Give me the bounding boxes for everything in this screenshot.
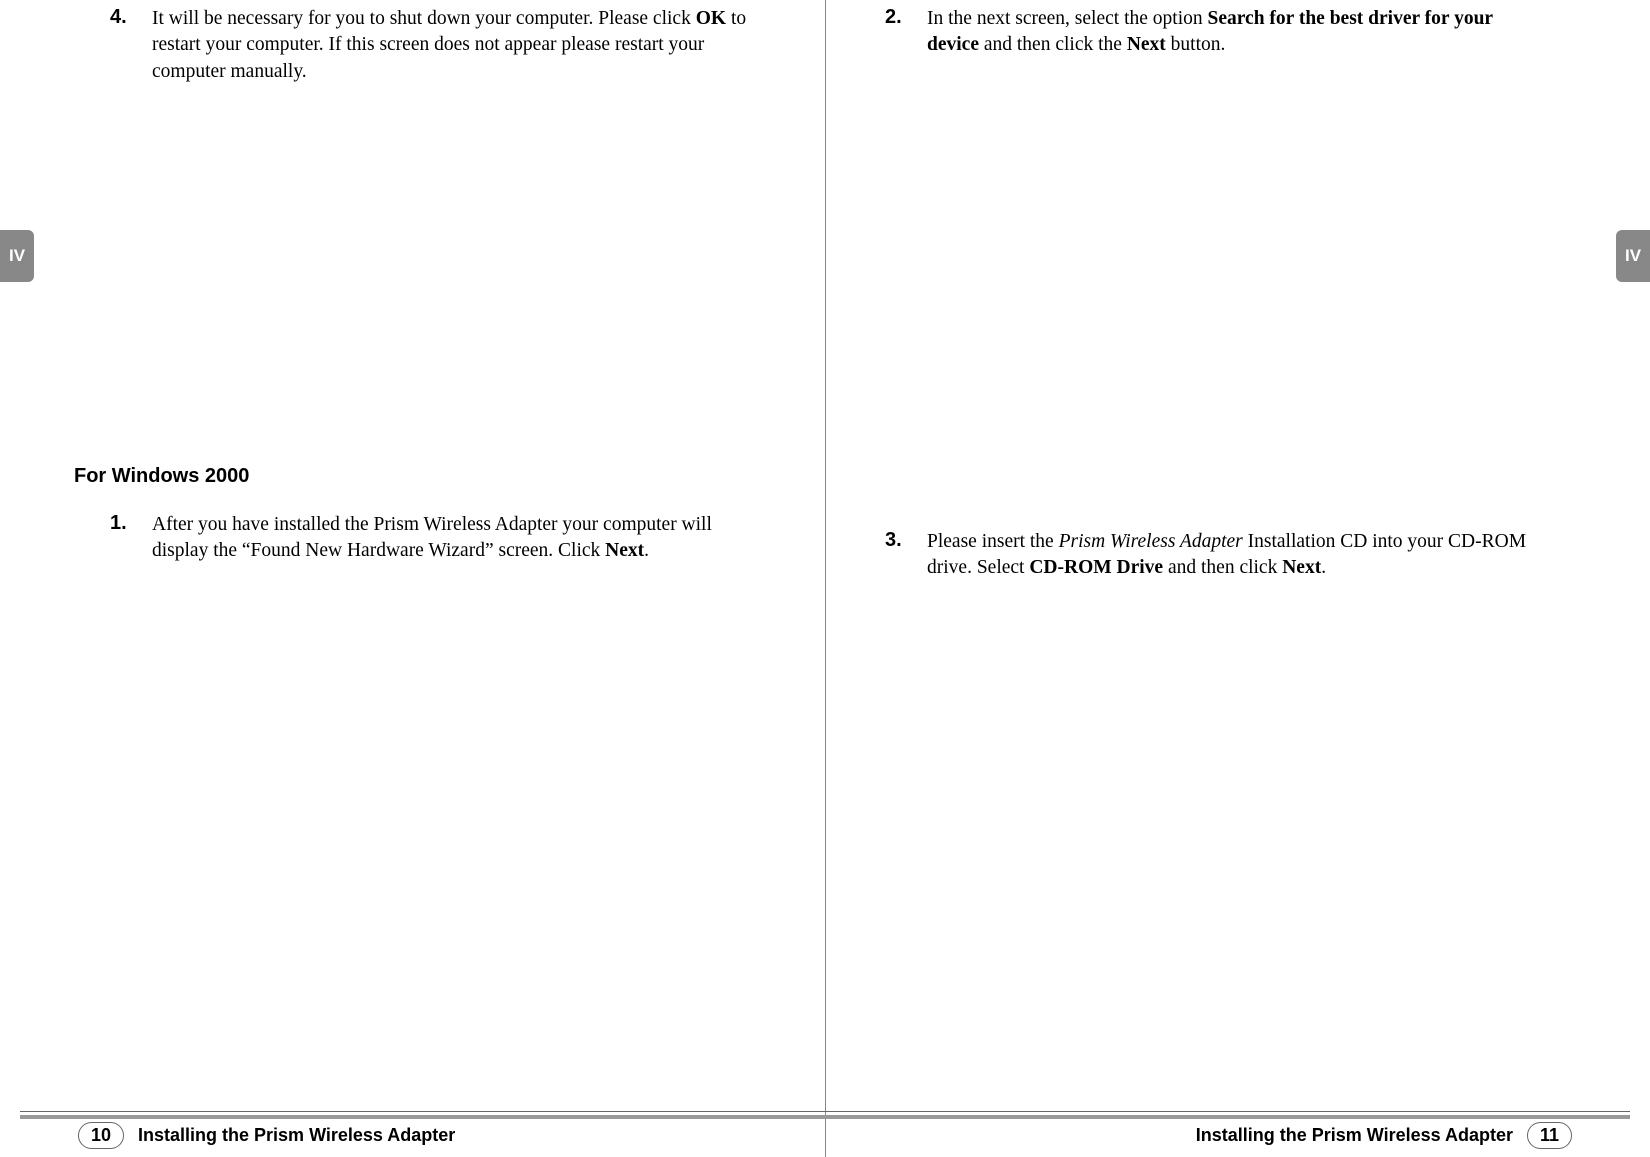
- left-steps-bottom: 1. After you have installed the Prism Wi…: [110, 512, 765, 565]
- footer-rule-thick: [20, 1115, 1630, 1119]
- step-number: 2.: [885, 6, 927, 59]
- step-item: 2. In the next screen, select the option…: [885, 6, 1540, 59]
- step-number: 3.: [885, 529, 927, 582]
- footer-left: 10 Installing the Prism Wireless Adapter: [78, 1122, 455, 1149]
- footer-rule-thin: [20, 1111, 1630, 1112]
- left-steps-top: 4. It will be necessary for you to shut …: [110, 0, 765, 85]
- page-spread: 4. It will be necessary for you to shut …: [0, 0, 1650, 1157]
- subheading-windows-2000: For Windows 2000: [74, 465, 765, 488]
- page-number-right: 11: [1527, 1122, 1572, 1149]
- page-number-left: 10: [78, 1122, 124, 1149]
- step-text: Please insert the Prism Wireless Adapter…: [927, 529, 1540, 582]
- footer: 10 Installing the Prism Wireless Adapter…: [0, 1111, 1650, 1157]
- step-number: 4.: [110, 6, 152, 85]
- step-item: 1. After you have installed the Prism Wi…: [110, 512, 765, 565]
- right-steps-top: 2. In the next screen, select the option…: [885, 0, 1540, 59]
- step-text: It will be necessary for you to shut dow…: [152, 6, 765, 85]
- footer-title-right: Installing the Prism Wireless Adapter: [1196, 1125, 1513, 1146]
- step-text: After you have installed the Prism Wirel…: [152, 512, 765, 565]
- footer-title-left: Installing the Prism Wireless Adapter: [138, 1125, 455, 1146]
- page-left: 4. It will be necessary for you to shut …: [0, 0, 825, 1157]
- step-number: 1.: [110, 512, 152, 565]
- step-text: In the next screen, select the option Se…: [927, 6, 1540, 59]
- right-steps-mid: 3. Please insert the Prism Wireless Adap…: [885, 529, 1540, 582]
- step-item: 4. It will be necessary for you to shut …: [110, 6, 765, 85]
- footer-right: Installing the Prism Wireless Adapter 11: [1196, 1122, 1572, 1149]
- step-item: 3. Please insert the Prism Wireless Adap…: [885, 529, 1540, 582]
- page-right: 2. In the next screen, select the option…: [825, 0, 1650, 1157]
